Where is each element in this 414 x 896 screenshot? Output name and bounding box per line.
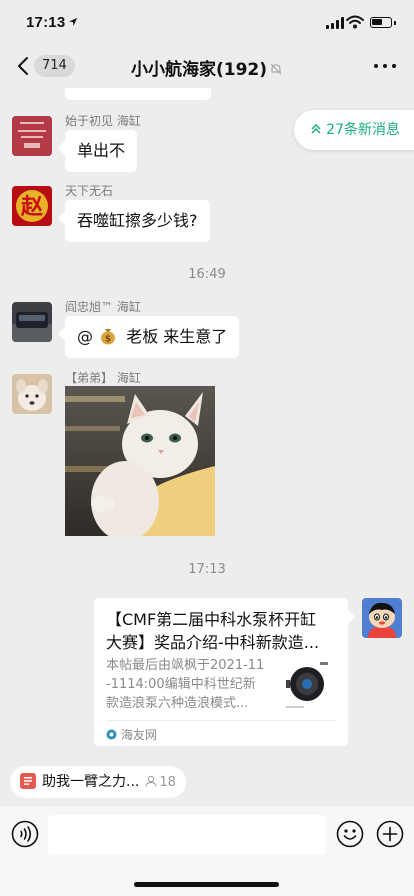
status-time: 17:13 <box>26 14 66 31</box>
group-solitaire-tip[interactable]: 助我一臂之力... 18 <box>10 766 186 798</box>
battery-icon <box>370 17 396 28</box>
bell-slash-icon <box>270 63 282 75</box>
message-text: 老板 来生意了 <box>126 327 228 346</box>
source-name: 海友网 <box>121 728 158 742</box>
card-title: 【CMF第二届中科水泵杯开缸 大赛】奖品介绍-中科新款造... <box>106 608 338 654</box>
card-title-line: 大赛】奖品介绍-中科新款造... <box>106 633 320 652</box>
tip-text: 助我一臂之力... <box>42 774 140 790</box>
avatar[interactable] <box>12 302 52 342</box>
wifi-icon <box>346 15 364 29</box>
new-messages-button[interactable]: 27条新消息 <box>294 110 414 150</box>
home-indicator[interactable] <box>134 882 279 887</box>
chat-title: 小小航海家(192) <box>0 55 414 80</box>
message-bubble[interactable]: 吞噬缸擦多少钱? <box>65 200 210 242</box>
double-chevron-up-icon <box>311 123 321 134</box>
more-options-button[interactable] <box>374 64 396 70</box>
svg-text:$: $ <box>105 335 111 345</box>
plus-circle-icon[interactable] <box>376 820 404 848</box>
avatar-image: 赵 <box>12 186 52 226</box>
voice-icon[interactable] <box>11 820 39 848</box>
sender-name: 【弟弟】 海缸 <box>65 371 141 385</box>
card-desc-line: 本帖最后由飒枫于2021-11 <box>106 658 265 673</box>
card-desc-line: -1114:00编辑中科世纪新 <box>106 677 256 692</box>
chat-header: 714 小小航海家(192) <box>0 44 414 88</box>
mention-symbol: @ <box>77 327 93 346</box>
sender-name: 阎忠旭™ 海缸 <box>65 300 141 314</box>
avatar-image <box>362 598 402 638</box>
card-description: 本帖最后由飒枫于2021-11 -1114:00编辑中科世纪新 款造浪泵六种造浪… <box>106 656 270 713</box>
group-name: 小小航海家(192) <box>130 60 268 80</box>
card-title-line: 【CMF第二届中科水泵杯开缸 <box>106 610 317 629</box>
avatar-image <box>12 116 52 156</box>
avatar[interactable]: 赵 <box>12 186 52 226</box>
image-message[interactable] <box>65 386 215 536</box>
participant-count: 18 <box>145 775 176 790</box>
money-bag-icon: $ <box>99 327 117 345</box>
source-logo-icon <box>106 729 117 740</box>
signal-icon <box>326 17 344 29</box>
timestamp: 17:13 <box>188 562 226 577</box>
sender-name: 天下无石 <box>65 184 114 198</box>
message-input[interactable] <box>48 815 326 855</box>
status-bar: 17:13 <box>0 0 414 44</box>
cat-photo <box>65 386 215 536</box>
avatar[interactable] <box>12 116 52 156</box>
smile-icon[interactable] <box>336 820 364 848</box>
message-bubble[interactable]: @ $ 老板 来生意了 <box>65 316 240 358</box>
solitaire-icon <box>20 773 36 789</box>
new-messages-label: 27条新消息 <box>326 122 400 138</box>
avatar[interactable] <box>12 374 52 414</box>
shared-link-card[interactable]: 【CMF第二届中科水泵杯开缸 大赛】奖品介绍-中科新款造... 本帖最后由飒枫于… <box>94 598 348 746</box>
card-source: 海友网 <box>106 720 336 743</box>
person-icon <box>145 775 157 787</box>
avatar-image <box>12 374 52 414</box>
my-avatar[interactable] <box>362 598 402 638</box>
ellipsis-icon <box>374 64 378 68</box>
card-desc-line: 款造浪泵六种造浪模式... <box>106 696 249 711</box>
message-list[interactable]: 27条新消息 始于初见 海缸 单出不 赵 天下无石 吞噬缸擦多少钱? 16:49 <box>0 88 414 758</box>
location-arrow-icon <box>69 18 77 26</box>
timestamp: 16:49 <box>188 267 226 282</box>
participant-count-value: 18 <box>159 775 176 790</box>
svg-text:赵: 赵 <box>20 194 44 220</box>
partial-message-bubble <box>65 88 211 100</box>
sender-name: 始于初见 海缸 <box>65 114 141 128</box>
avatar-image <box>12 302 52 342</box>
product-thumbnail <box>280 656 334 710</box>
message-bubble[interactable]: 单出不 <box>65 130 138 172</box>
